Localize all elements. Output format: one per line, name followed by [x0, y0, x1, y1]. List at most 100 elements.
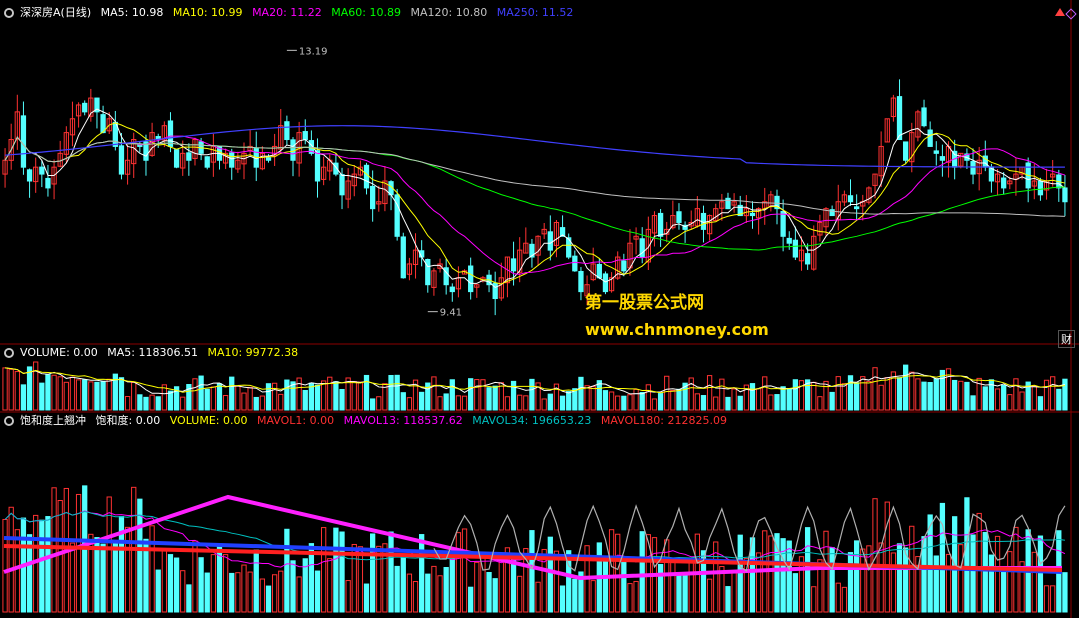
volume-bar [376, 396, 382, 411]
indicator-bar [486, 571, 492, 613]
collapse-icon[interactable]: ● [4, 348, 14, 358]
volume-bar [461, 395, 468, 411]
volume-bar [970, 395, 976, 411]
volume-bar [290, 381, 296, 411]
candle [290, 139, 296, 161]
indicator-bar [180, 570, 186, 613]
candle [229, 152, 235, 168]
volume-bar [719, 378, 725, 411]
volume-bar [829, 391, 835, 411]
candle [173, 149, 180, 168]
volume-bar [853, 382, 860, 411]
mavol34-value: MAVOL34: 196653.23 [472, 414, 592, 427]
candle [204, 156, 210, 168]
indicator-bar [743, 558, 750, 613]
indicator-bar [419, 534, 425, 613]
volume-bar [400, 392, 406, 411]
volume-bar [921, 381, 927, 411]
volume-bar [817, 396, 823, 411]
volume-bar [75, 379, 82, 411]
candle [786, 237, 792, 244]
volume-bar [216, 383, 223, 411]
volume-bar [327, 376, 333, 411]
candle [45, 177, 51, 189]
volume-header: ● VOLUME: 0.00 MA5: 118306.51 MA10: 99772… [4, 346, 304, 360]
indicator-bar [590, 580, 596, 613]
candle [339, 174, 345, 196]
volume-bar [229, 376, 235, 411]
volume-bar [964, 381, 970, 411]
annotation-label: 13.19 [299, 46, 328, 57]
indicator-bar [394, 565, 400, 613]
volume-bar [566, 391, 572, 411]
candle [82, 102, 88, 113]
indicator-bar [437, 575, 443, 613]
candle [39, 166, 45, 175]
volume-bar [51, 374, 57, 411]
volume-bar [222, 395, 229, 411]
volume-bar [621, 395, 627, 411]
indicator-bar [57, 500, 63, 613]
indicator-bar [161, 549, 167, 613]
stock-name: 深深房A [20, 6, 61, 19]
candle [749, 212, 756, 217]
candle [265, 157, 272, 161]
volume-bar [124, 396, 131, 411]
collapse-icon[interactable]: ● [4, 8, 14, 18]
volume-bar [731, 388, 737, 411]
volume-bar [688, 377, 694, 411]
candle [370, 185, 376, 210]
indicator-bar [1062, 572, 1068, 613]
indicator-bar [14, 529, 20, 613]
volume-bar [780, 386, 786, 411]
volume-bar [431, 376, 437, 411]
volume-bar [468, 378, 474, 411]
volume-bar [363, 374, 370, 411]
candle [933, 150, 939, 154]
candle [167, 120, 174, 147]
indicator-bar [688, 561, 694, 613]
volume-bar [664, 375, 670, 411]
stock-chart: 13.19 9.41 [0, 0, 1079, 618]
volume-bar [8, 368, 14, 411]
volume-bar [608, 391, 615, 411]
volume-bar [192, 378, 198, 411]
period-label: (日线) [60, 6, 92, 19]
candle [20, 115, 27, 168]
volume-bar [1056, 388, 1062, 411]
indicator-bar [829, 547, 835, 613]
indicator-bar [461, 528, 468, 613]
indicator-bar [468, 586, 474, 613]
volume-bar [639, 392, 645, 411]
indicator-bar [167, 554, 174, 613]
indicator-bar [320, 527, 327, 613]
indicator-bar [633, 580, 639, 613]
indicator-bar [890, 552, 897, 613]
alert-icon[interactable] [1055, 8, 1065, 16]
volume-bar [559, 395, 566, 411]
indicator-bar [406, 573, 413, 613]
candle [853, 206, 860, 210]
indicator-bar [198, 557, 204, 613]
indicator-bar [994, 535, 1001, 613]
candle [792, 239, 799, 258]
indicator-bar [737, 534, 743, 613]
volume-bar [480, 379, 486, 411]
volume-bar [547, 393, 553, 411]
candle [547, 231, 553, 251]
candle [1037, 180, 1044, 196]
indicator-bar [492, 578, 498, 613]
volume-bar [762, 376, 768, 411]
candle [572, 255, 578, 272]
volume-bar [271, 382, 278, 411]
indicator-bar [271, 574, 278, 613]
indicator-bar [958, 544, 964, 613]
volume-bar [749, 383, 756, 411]
volume-bar [835, 376, 841, 411]
finance-tab[interactable]: 财 [1058, 330, 1075, 348]
watermark-title: 第一股票公式网 [585, 293, 704, 313]
collapse-icon[interactable]: ● [4, 416, 14, 426]
volume-bar [811, 381, 817, 411]
volume-bar [896, 377, 903, 411]
volume-bar [278, 393, 284, 411]
